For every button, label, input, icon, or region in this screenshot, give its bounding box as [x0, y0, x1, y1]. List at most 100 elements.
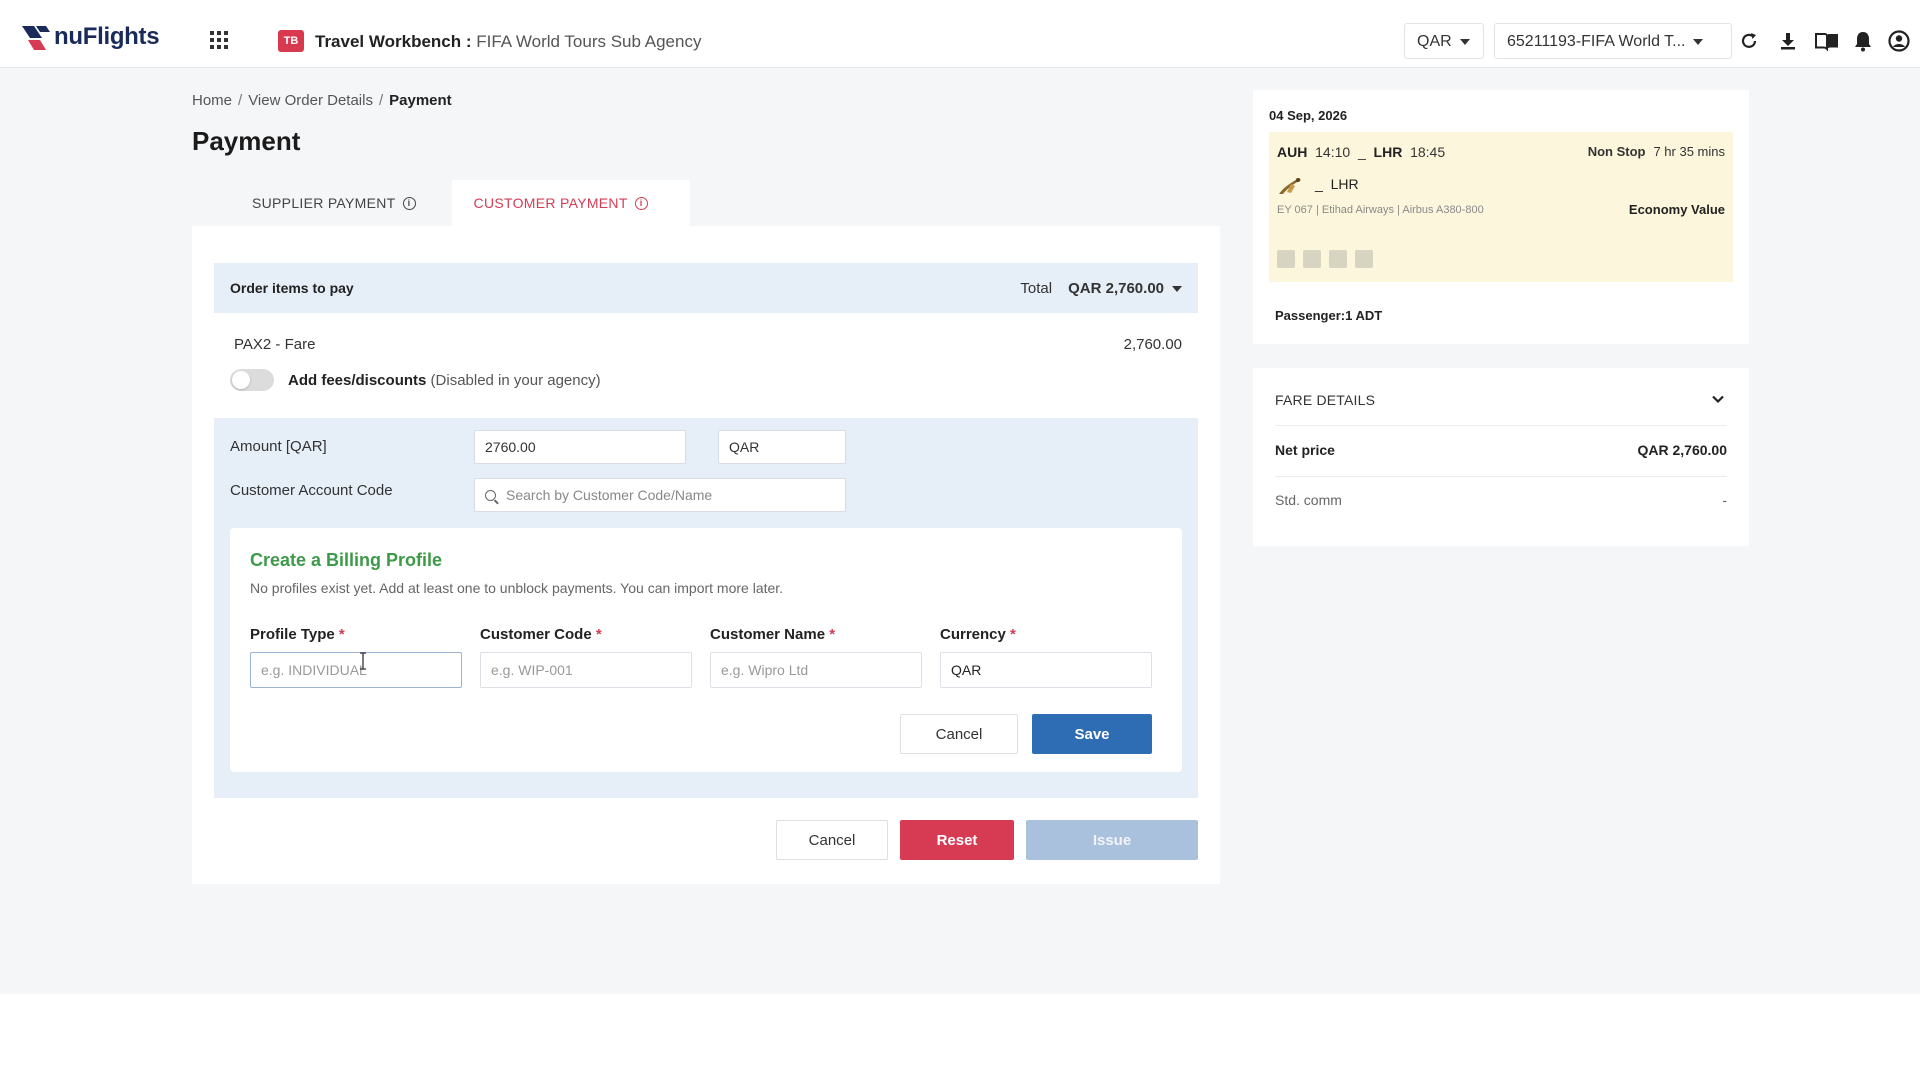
chevron-down-icon [1172, 285, 1182, 292]
page-title: Payment [192, 126, 301, 156]
billing-save-button[interactable]: Save [1032, 714, 1152, 754]
flight-duration: 7 hr 35 mins [1653, 144, 1725, 159]
std-comm-row: Std. comm - [1275, 492, 1727, 508]
flight-summary-card: 04 Sep, 2026 AUH 14:10 _ LHR 18:45 Non S… [1253, 90, 1749, 344]
profile-type-input[interactable]: e.g. INDIVIDUAL [250, 652, 462, 688]
tab-supplier-payment-label: SUPPLIER PAYMENT [252, 195, 396, 211]
download-icon[interactable] [1777, 30, 1799, 52]
refresh-icon[interactable] [1738, 30, 1760, 52]
net-price-row: Net price QAR 2,760.00 [1275, 442, 1727, 458]
amenities [1277, 250, 1381, 268]
order-items-header: Order items to pay Total QAR 2,760.00 [214, 263, 1198, 313]
text-cursor-icon [360, 652, 366, 670]
breadcrumb-order-details[interactable]: View Order Details [248, 92, 373, 109]
info-icon[interactable]: i [634, 196, 648, 210]
entertainment-icon [1355, 250, 1373, 268]
amount-input[interactable]: 2760.00 [474, 430, 686, 464]
issue-button[interactable]: Issue [1026, 820, 1198, 860]
net-price-label: Net price [1275, 442, 1335, 458]
payment-card: Order items to pay Total QAR 2,760.00 PAX… [192, 226, 1220, 884]
logo[interactable]: nuFlights [20, 22, 160, 52]
flight-route: _ LHR [1315, 176, 1359, 192]
required-mark: * [338, 626, 345, 643]
order-item-label: PAX2 - Fare [234, 336, 316, 353]
tab-customer-payment[interactable]: CUSTOMER PAYMENT i [451, 180, 690, 226]
billing-cancel-button[interactable]: Cancel [900, 714, 1018, 754]
flight-route-destination: LHR [1330, 176, 1359, 192]
currency-label: Currency * [940, 626, 1016, 643]
breadcrumb-home[interactable]: Home [192, 92, 232, 109]
order-items-label: Order items to pay [230, 280, 354, 296]
book-icon[interactable] [1814, 30, 1840, 52]
flight-details: EY 067 | Etihad Airways | Airbus A380-80… [1277, 204, 1484, 216]
flight-segment: AUH 14:10 _ LHR 18:45 Non Stop 7 hr 35 mi… [1269, 132, 1733, 282]
customer-code-label-text: Customer Code [480, 626, 592, 643]
tab-customer-payment-label: CUSTOMER PAYMENT [473, 195, 628, 211]
flight-times: AUH 14:10 _ LHR 18:45 [1277, 144, 1446, 160]
breadcrumb-current: Payment [389, 92, 452, 109]
airline-logo-icon [1279, 178, 1301, 194]
cancel-button[interactable]: Cancel [776, 820, 888, 860]
currency-label-text: Currency [940, 626, 1006, 643]
user-icon[interactable] [1888, 30, 1910, 52]
required-mark: * [829, 626, 836, 643]
order-item-amount: 2,760.00 [1123, 336, 1182, 353]
payment-tabs: SUPPLIER PAYMENT i CUSTOMER PAYMENT i [192, 180, 690, 226]
chevron-down-icon [1459, 38, 1470, 45]
total-value: QAR 2,760.00 [1068, 279, 1164, 297]
currency-select[interactable]: QAR [1404, 23, 1484, 59]
account-select-value: 65211193-FIFA World T... [1507, 33, 1686, 50]
divider [1275, 425, 1727, 426]
billing-profile-description: No profiles exist yet. Add at least one … [250, 580, 784, 596]
breadcrumb: Home / View Order Details / Payment [192, 92, 452, 109]
chevron-down-icon[interactable] [1711, 392, 1725, 406]
flight-stops-duration: Non Stop 7 hr 35 mins [1588, 144, 1725, 159]
customer-code-label: Customer Code * [480, 626, 602, 643]
billing-profile-title: Create a Billing Profile [250, 550, 443, 570]
fees-discounts-note: (Disabled in your agency) [430, 372, 601, 389]
required-mark: * [595, 626, 602, 643]
billing-profile-card: Create a Billing Profile No profiles exi… [230, 528, 1182, 772]
flight-destination: LHR [1373, 144, 1403, 160]
workbench-title: Travel Workbench : FIFA World Tours Sub … [315, 32, 701, 52]
currency-select-value: QAR [1417, 33, 1452, 50]
top-bar: nuFlights TB Travel Workbench : FIFA Wor… [0, 0, 1920, 68]
customer-account-placeholder: Search by Customer Code/Name [506, 487, 713, 503]
search-icon [485, 490, 496, 501]
fare-details-card: FARE DETAILS Net price QAR 2,760.00 Std.… [1253, 368, 1749, 546]
total-dropdown[interactable]: Total QAR 2,760.00 [1020, 280, 1182, 297]
power-icon [1329, 250, 1347, 268]
profile-type-label: Profile Type * [250, 626, 345, 643]
customer-account-label: Customer Account Code [230, 482, 393, 499]
agency-name: FIFA World Tours Sub Agency [476, 32, 702, 51]
nuflights-logo-icon [22, 26, 50, 50]
fare-details-heading: FARE DETAILS [1275, 392, 1376, 408]
chevron-down-icon [1693, 38, 1704, 45]
flight-date: 04 Sep, 2026 [1269, 108, 1348, 123]
flight-cabin: Economy Value [1628, 202, 1725, 217]
reset-button[interactable]: Reset [900, 820, 1014, 860]
customer-name-label-text: Customer Name [710, 626, 826, 643]
workbench-label: Travel Workbench : [315, 32, 472, 51]
std-comm-label: Std. comm [1275, 492, 1342, 508]
amount-label: Amount [QAR] [230, 438, 327, 455]
net-price-value: QAR 2,760.00 [1637, 442, 1728, 458]
customer-name-label: Customer Name * [710, 626, 835, 643]
fees-discounts-label: Add fees/discounts (Disabled in your age… [288, 372, 601, 389]
customer-account-search-input[interactable]: Search by Customer Code/Name [474, 478, 846, 512]
customer-name-input[interactable]: e.g. Wipro Ltd [710, 652, 922, 688]
std-comm-value: - [1722, 492, 1727, 508]
fees-discounts-toggle[interactable] [230, 369, 274, 391]
wifi-icon [1277, 250, 1295, 268]
currency-input[interactable]: QAR [940, 652, 1152, 688]
customer-code-input[interactable]: e.g. WIP-001 [480, 652, 692, 688]
apps-grid-icon[interactable] [210, 31, 228, 49]
divider [1275, 476, 1727, 477]
bell-icon[interactable] [1852, 30, 1874, 52]
workbench-icon: TB [278, 30, 304, 52]
info-icon[interactable]: i [402, 196, 416, 210]
amount-currency-input[interactable]: QAR [718, 430, 846, 464]
fees-discounts-text: Add fees/discounts [288, 372, 427, 389]
account-select[interactable]: 65211193-FIFA World T... [1494, 23, 1732, 59]
tab-supplier-payment[interactable]: SUPPLIER PAYMENT i [192, 180, 452, 226]
